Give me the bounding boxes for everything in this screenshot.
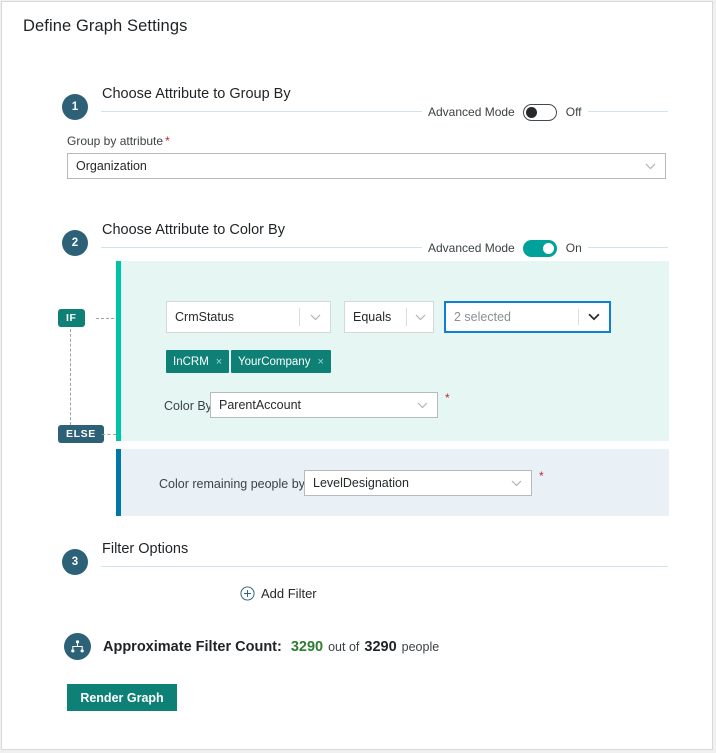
group-by-attribute-select[interactable]: Organization xyxy=(67,153,666,179)
chevron-down-icon xyxy=(299,308,330,326)
selected-value-tag: YourCompany × xyxy=(231,350,331,373)
advanced-mode-toggle-color-by[interactable] xyxy=(522,239,557,257)
define-graph-settings-card: Define Graph Settings 1 Choose Attribute… xyxy=(1,1,713,750)
section-title-filter-options: Filter Options xyxy=(102,541,189,557)
required-asterisk: * xyxy=(165,134,170,148)
chevron-down-icon xyxy=(501,480,531,487)
page-title: Define Graph Settings xyxy=(23,17,188,35)
add-filter-label: Add Filter xyxy=(261,586,317,601)
else-connector-dash xyxy=(102,434,116,435)
section-group-by: 1 Choose Attribute to Group By Advanced … xyxy=(62,86,668,122)
org-chart-icon xyxy=(64,633,91,660)
count-total: 3290 xyxy=(364,638,397,655)
else-badge: ELSE xyxy=(58,425,104,443)
close-icon[interactable]: × xyxy=(216,356,222,368)
section-title-group-by: Choose Attribute to Group By xyxy=(102,86,291,102)
add-filter-button[interactable]: Add Filter xyxy=(240,586,317,601)
plus-circle-icon xyxy=(240,586,255,601)
section-divider xyxy=(101,566,668,567)
close-icon[interactable]: × xyxy=(317,356,323,368)
step-number-2: 2 xyxy=(62,230,88,256)
color-remaining-select[interactable]: LevelDesignation xyxy=(304,470,532,496)
count-suffix: people xyxy=(401,639,440,654)
count-label: Approximate Filter Count: xyxy=(103,638,282,655)
selected-value-tag: InCRM × xyxy=(166,350,230,373)
group-by-attribute-value: Organization xyxy=(76,159,147,173)
approximate-filter-count: Approximate Filter Count: 3290 out of 32… xyxy=(64,633,439,660)
count-matched: 3290 xyxy=(290,638,324,655)
tag-label: InCRM xyxy=(173,355,209,368)
color-by-select[interactable]: ParentAccount xyxy=(210,392,438,418)
step-number-1: 1 xyxy=(62,94,88,120)
condition-attribute-select[interactable]: CrmStatus xyxy=(166,301,331,333)
else-condition-panel: Color remaining people by: LevelDesignat… xyxy=(116,449,669,516)
condition-values-select[interactable]: 2 selected xyxy=(444,301,611,333)
section-filter-options: 3 Filter Options xyxy=(62,541,668,577)
if-condition-panel: CrmStatus Equals 2 selected InCRM × Your… xyxy=(116,261,669,441)
chevron-down-icon xyxy=(407,402,437,409)
advanced-mode-state: On xyxy=(565,241,582,255)
group-by-attribute-label-text: Group by attribute xyxy=(67,134,164,148)
advanced-mode-label: Advanced Mode xyxy=(428,105,515,119)
condition-operator-value: Equals xyxy=(353,310,392,324)
condition-attribute-value: CrmStatus xyxy=(175,310,235,324)
step-number-3: 3 xyxy=(62,549,88,575)
advanced-mode-label: Advanced Mode xyxy=(428,241,515,255)
section-title-color-by: Choose Attribute to Color By xyxy=(102,222,285,238)
rail-vertical-dash xyxy=(70,329,71,425)
tag-label: YourCompany xyxy=(238,355,311,368)
if-badge: IF xyxy=(58,309,85,327)
chevron-down-icon xyxy=(578,308,609,326)
if-connector-dash xyxy=(96,318,114,319)
color-by-value: ParentAccount xyxy=(219,398,301,412)
color-remaining-value: LevelDesignation xyxy=(313,476,409,490)
advanced-mode-color-by: Advanced Mode On xyxy=(422,238,588,258)
condition-values-text: 2 selected xyxy=(454,310,511,324)
advanced-mode-toggle-group-by[interactable] xyxy=(522,103,557,121)
section-color-by: 2 Choose Attribute to Color By Advanced … xyxy=(62,222,668,258)
toggle-knob xyxy=(542,242,554,254)
chevron-down-icon xyxy=(406,308,433,326)
advanced-mode-state: Off xyxy=(565,105,582,119)
condition-operator-select[interactable]: Equals xyxy=(344,301,434,333)
chevron-down-icon xyxy=(635,163,665,170)
group-by-attribute-label: Group by attribute * xyxy=(67,134,170,148)
color-remaining-label: Color remaining people by: xyxy=(159,477,309,491)
required-asterisk: * xyxy=(539,469,544,483)
render-graph-button[interactable]: Render Graph xyxy=(67,684,177,711)
color-by-label: Color By: xyxy=(164,399,216,413)
required-asterisk: * xyxy=(445,391,450,405)
toggle-knob xyxy=(525,106,537,118)
advanced-mode-group-by: Advanced Mode Off xyxy=(422,102,588,122)
count-middle-text: out of xyxy=(328,639,360,654)
